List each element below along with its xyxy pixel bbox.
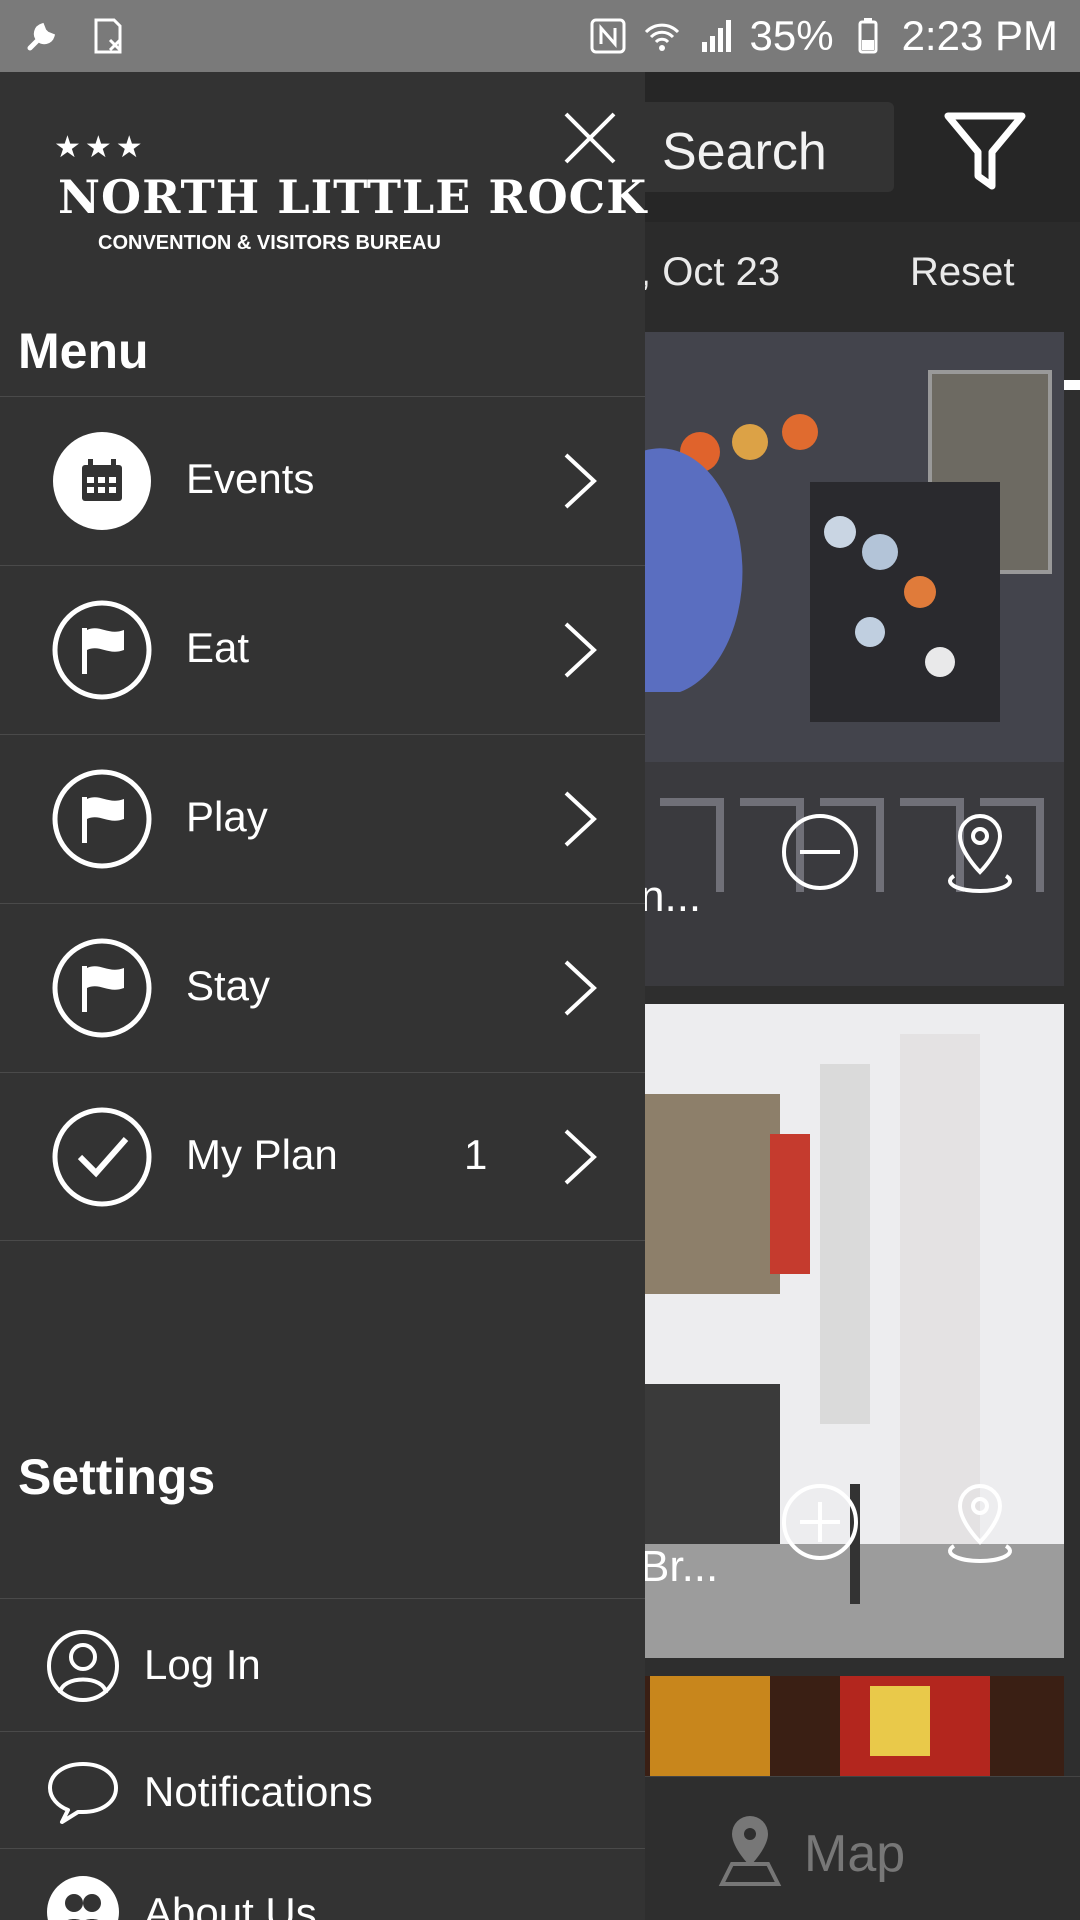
menu-item-label: Eat [186,624,250,671]
settings-item-log-in[interactable]: Log In [0,1598,645,1731]
chevron-right-icon [564,791,597,847]
chevron-right-icon [564,622,597,678]
menu-item-eat[interactable]: Eat [0,565,645,734]
chat-bubble-icon [48,1762,118,1824]
menu-item-label: Play [186,793,268,840]
listing-card[interactable] [640,1676,1064,1776]
settings-item-label: About Us [144,1889,317,1920]
logo-subtitle: CONVENTION & VISITORS BUREAU [98,232,441,254]
card-title: n... [640,872,702,921]
menu-item-play[interactable]: Play [0,734,645,903]
chevron-right-icon [564,1129,597,1185]
battery-icon [858,18,878,54]
flag-icon [52,600,152,700]
menu-item-my-plan[interactable]: My Plan 1 [0,1072,645,1241]
menu-list: Events Eat Play Stay My Plan 1 [0,396,645,1241]
clock: 2:23 PM [901,12,1058,59]
menu-item-label: Stay [186,962,271,1009]
listing-photo [640,1676,1064,1776]
wifi-icon [644,23,679,51]
menu-heading: Menu [18,323,149,379]
chevron-right-icon [564,960,597,1016]
settings-item-notifications[interactable]: Notifications [0,1731,645,1848]
calendar-icon [53,432,151,530]
card-title: Br... [640,1542,719,1591]
menu-item-events[interactable]: Events [0,396,645,565]
filter-icon[interactable] [940,108,1030,194]
wrench-icon [27,22,56,51]
logo-stars: ★★★ [54,131,147,164]
flag-icon [52,769,152,869]
settings-item-label: Notifications [144,1768,373,1815]
chevron-right-icon [564,453,597,509]
user-icon [47,1630,119,1702]
menu-item-stay[interactable]: Stay [0,903,645,1072]
logo-name: NORTH LITTLE ROCK [58,170,648,224]
my-plan-count-badge: 1 [464,1131,488,1178]
flag-icon [52,938,152,1038]
settings-list: Log In Notifications About Us [0,1598,645,1920]
map-tab[interactable]: Map [804,1824,905,1884]
logo: ★★★ NORTH LITTLE ROCK CONVENTION & VISIT… [54,130,646,260]
close-icon[interactable] [560,108,620,168]
checkmark-icon [52,1107,152,1207]
navigation-drawer: ★★★ NORTH LITTLE ROCK CONVENTION & VISIT… [0,72,646,1920]
settings-heading: Settings [18,1449,216,1505]
status-bar: 35% 2:23 PM [0,0,1080,72]
location-pin-icon[interactable] [938,808,1022,900]
add-to-plan-button[interactable] [780,1482,860,1562]
menu-item-label: My Plan [186,1131,338,1178]
location-pin-icon[interactable] [938,1478,1022,1570]
remove-from-plan-button[interactable] [780,812,860,892]
settings-item-about-us[interactable]: About Us [0,1848,645,1920]
nfc-icon [590,18,626,54]
search-placeholder: Search [662,123,827,181]
reset-button[interactable]: Reset [910,250,1015,295]
date-range: , Oct 23 [640,250,781,294]
menu-item-label: Events [186,455,315,502]
sim-icon [94,18,122,54]
battery-percent: 35% [749,12,834,59]
settings-item-label: Log In [144,1641,261,1688]
map-pin-icon[interactable] [718,1812,782,1888]
group-icon [47,1876,119,1920]
signal-icon [701,20,731,52]
